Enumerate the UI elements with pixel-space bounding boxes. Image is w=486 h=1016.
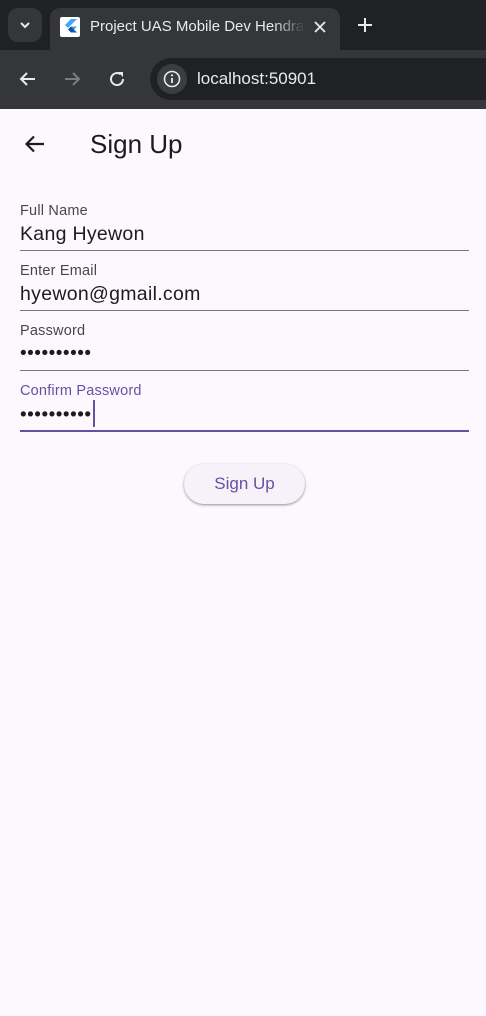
confirm-password-label: Confirm Password bbox=[20, 383, 142, 399]
plus-icon bbox=[358, 18, 372, 32]
app-bar: Sign Up bbox=[0, 109, 486, 179]
password-underline bbox=[20, 370, 469, 371]
forward-nav-button[interactable] bbox=[57, 64, 87, 94]
page-title: Sign Up bbox=[90, 129, 183, 159]
sign-up-button[interactable]: Sign Up bbox=[184, 464, 305, 504]
browser-tabstrip: Project UAS Mobile Dev Hendra bbox=[0, 0, 486, 50]
full-name-label: Full Name bbox=[20, 203, 88, 219]
full-name-field[interactable]: Full Name Kang Hyewon bbox=[20, 203, 469, 261]
confirm-password-input[interactable]: •••••••••• bbox=[20, 405, 92, 426]
address-bar[interactable]: localhost:50901 bbox=[150, 58, 486, 100]
full-name-underline bbox=[20, 250, 469, 251]
confirm-password-underline bbox=[20, 430, 469, 432]
flutter-icon bbox=[60, 17, 80, 37]
full-name-input[interactable]: Kang Hyewon bbox=[20, 222, 145, 246]
tab-title: Project UAS Mobile Dev Hendra bbox=[90, 18, 305, 35]
back-nav-button[interactable] bbox=[13, 64, 43, 94]
password-field[interactable]: Password •••••••••• bbox=[20, 323, 469, 381]
email-label: Enter Email bbox=[20, 263, 98, 279]
browser-tab[interactable]: Project UAS Mobile Dev Hendra bbox=[50, 8, 340, 50]
email-underline bbox=[20, 310, 469, 311]
browser-toolbar: localhost:50901 bbox=[0, 50, 486, 109]
text-caret bbox=[92, 400, 95, 427]
new-tab-button[interactable] bbox=[350, 10, 380, 40]
chevron-down-icon bbox=[20, 22, 30, 29]
reload-icon bbox=[110, 72, 125, 87]
site-info-button[interactable] bbox=[157, 64, 187, 94]
email-field[interactable]: Enter Email hyewon@gmail.com bbox=[20, 263, 469, 321]
tab-search-button[interactable] bbox=[8, 8, 42, 42]
arrow-right-icon bbox=[65, 72, 81, 86]
arrow-left-icon bbox=[24, 135, 44, 153]
url-text: localhost:50901 bbox=[197, 69, 317, 88]
reload-button[interactable] bbox=[102, 64, 132, 94]
password-label: Password bbox=[20, 323, 86, 339]
confirm-password-input-wrap[interactable]: •••••••••• bbox=[20, 400, 95, 429]
close-icon[interactable] bbox=[310, 17, 330, 37]
info-icon bbox=[163, 70, 181, 88]
back-button[interactable] bbox=[15, 124, 55, 164]
confirm-password-field[interactable]: Confirm Password •••••••••• bbox=[20, 383, 469, 441]
password-input[interactable]: •••••••••• bbox=[20, 342, 92, 366]
arrow-left-icon bbox=[19, 72, 35, 86]
email-input[interactable]: hyewon@gmail.com bbox=[20, 282, 201, 306]
